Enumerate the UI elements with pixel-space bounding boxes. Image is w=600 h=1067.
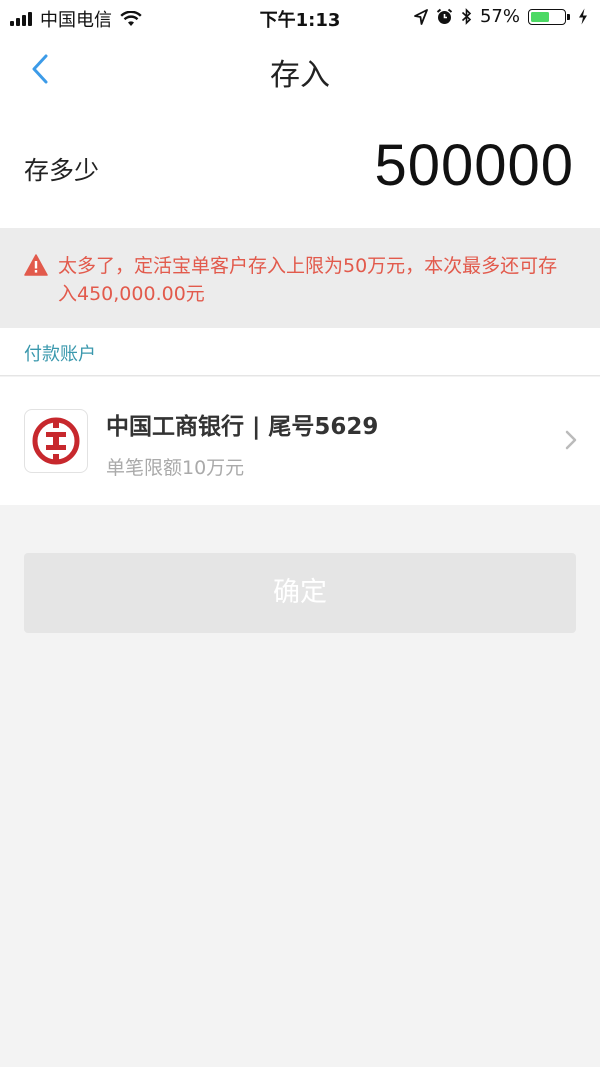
amount-row: 存多少 500000: [0, 104, 600, 228]
battery-icon: [528, 8, 570, 25]
chevron-right-icon: [565, 430, 577, 450]
bank-limit: 单笔限额10万元: [106, 457, 245, 479]
status-right: 57%: [414, 6, 588, 27]
alarm-icon: [436, 8, 453, 24]
bank-name: 中国工商银行 | 尾号5629: [106, 414, 379, 440]
bank-logo: [24, 409, 88, 473]
icbc-logo-icon: [32, 417, 80, 465]
charging-icon: [579, 8, 587, 25]
payment-section-label: 付款账户: [24, 344, 96, 365]
bluetooth-icon: [461, 8, 472, 25]
amount-label: 存多少: [24, 156, 100, 185]
warning-text: 太多了，定活宝单客户存入上限为50万元，本次最多还可存入450,000.00元: [58, 255, 558, 305]
nav-bar: 存入: [0, 34, 600, 104]
section-header: 付款账户: [0, 328, 600, 376]
warning-triangle-icon: [24, 254, 48, 276]
status-bar: 中国电信 下午1:13 57%: [0, 0, 600, 34]
location-icon: [414, 8, 428, 25]
confirm-button[interactable]: 确定: [24, 553, 576, 633]
battery-level: [531, 11, 550, 22]
amount-input[interactable]: 500000: [374, 132, 574, 199]
page-title: 存入: [270, 58, 330, 93]
warning-banner: 太多了，定活宝单客户存入上限为50万元，本次最多还可存入450,000.00元: [0, 228, 600, 328]
battery-percent: 57%: [479, 6, 520, 27]
payment-account-row[interactable]: 中国工商银行 | 尾号5629 单笔限额10万元: [0, 377, 600, 505]
